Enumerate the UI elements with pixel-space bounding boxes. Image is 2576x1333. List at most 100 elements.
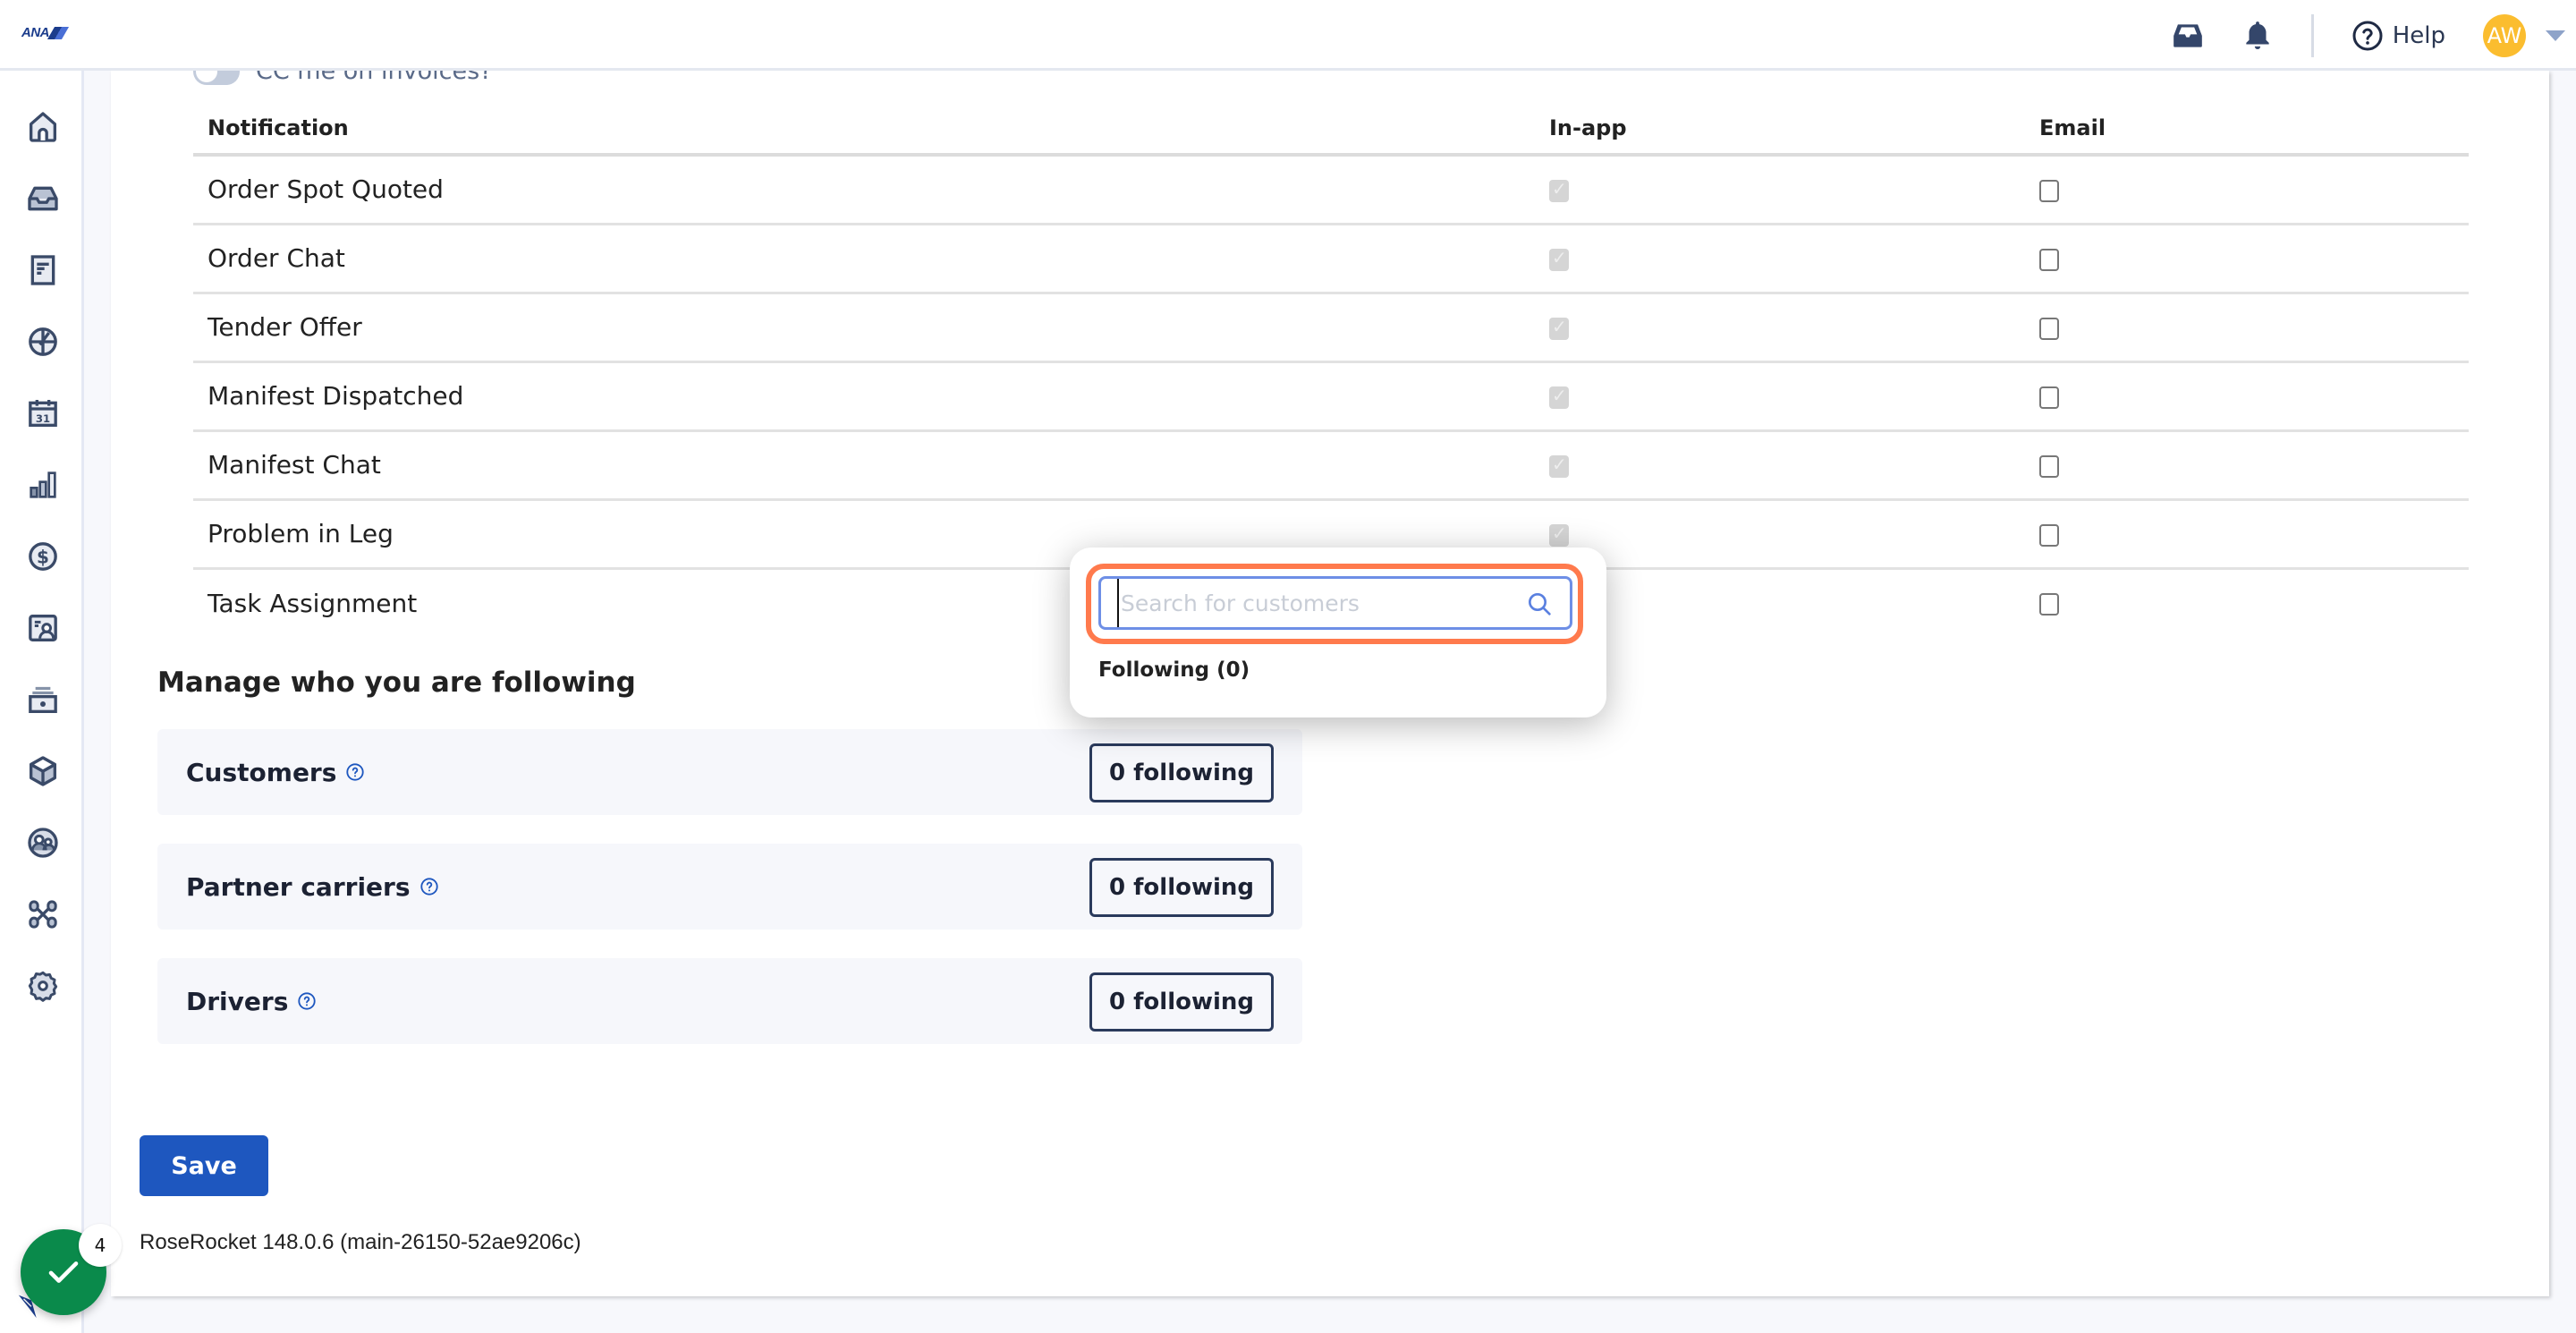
following-label: Customers	[186, 757, 337, 787]
cc-invoices-setting: CC me on invoices?	[193, 57, 492, 98]
email-checkbox[interactable]	[2039, 179, 2059, 202]
search-icon[interactable]	[1525, 590, 1554, 618]
email-cell	[2025, 155, 2469, 225]
following-label: Partner carriers	[186, 871, 411, 902]
question-circle-icon[interactable]	[419, 877, 439, 896]
customer-search-input[interactable]	[1117, 579, 1511, 627]
in-app-cell	[1535, 568, 2025, 637]
email-checkbox[interactable]	[2039, 454, 2059, 478]
inbox-button[interactable]	[2170, 18, 2206, 54]
top-bar: ANA Help AW	[0, 0, 2576, 71]
following-row-customers: Customers 0 following	[157, 729, 1302, 815]
contact-card-icon	[29, 615, 57, 641]
app-version: RoseRocket 148.0.6 (main-26150-52ae9206c…	[140, 1230, 581, 1254]
notification-name: Manifest Chat	[193, 430, 1535, 501]
sidebar-item-reports[interactable]	[21, 463, 64, 506]
network-icon	[29, 900, 57, 929]
table-row: Tender Offer	[193, 293, 2469, 363]
sidebar-item-inbox[interactable]	[21, 177, 64, 220]
drawer-icon	[29, 686, 57, 713]
following-count-label: Following (0)	[1098, 658, 1250, 682]
email-cell	[2025, 568, 2469, 637]
following-section-title: Manage who you are following	[157, 666, 636, 699]
notification-name: Order Spot Quoted	[193, 155, 1535, 225]
email-checkbox[interactable]	[2039, 593, 2059, 616]
checkmark-icon	[48, 1261, 79, 1283]
dollar-icon: $	[29, 542, 57, 571]
globe-icon	[29, 327, 57, 356]
email-checkbox[interactable]	[2039, 523, 2059, 547]
in-app-cell	[1535, 361, 2025, 432]
user-avatar[interactable]: AW	[2483, 13, 2526, 57]
in-app-checkbox	[1549, 316, 1569, 340]
inbox-icon	[2173, 23, 2202, 47]
notification-name: Tender Offer	[193, 293, 1535, 363]
checklist-count-badge: 4	[79, 1224, 122, 1267]
sidebar-item-integrations[interactable]	[21, 893, 64, 936]
customers-following-button[interactable]: 0 following	[1089, 743, 1274, 802]
notifications-button[interactable]	[2240, 18, 2275, 54]
email-cell	[2025, 224, 2469, 294]
home-icon	[30, 112, 56, 142]
calendar-icon: 31	[29, 400, 57, 427]
help-circle-icon	[2352, 21, 2383, 50]
inbox-icon	[28, 186, 58, 211]
logo-mark-icon	[47, 26, 70, 39]
sidebar-item-users[interactable]	[21, 821, 64, 864]
help-label: Help	[2392, 21, 2445, 49]
svg-text:31: 31	[36, 412, 50, 425]
save-button[interactable]: Save	[140, 1135, 268, 1196]
question-circle-icon[interactable]	[345, 762, 365, 782]
in-app-cell	[1535, 155, 2025, 225]
following-label: Drivers	[186, 986, 289, 1016]
email-checkbox[interactable]	[2039, 317, 2059, 340]
sidebar-item-calendar[interactable]: 31	[21, 392, 64, 435]
notification-name: Order Chat	[193, 224, 1535, 294]
email-checkbox[interactable]	[2039, 386, 2059, 409]
table-row: Manifest Dispatched	[193, 361, 2469, 432]
in-app-checkbox	[1549, 522, 1569, 547]
document-icon	[30, 255, 55, 285]
table-row: Order Spot Quoted	[193, 155, 2469, 225]
header-email: Email	[2025, 103, 2469, 157]
sidebar-item-dispatch[interactable]	[21, 320, 64, 363]
svg-text:$: $	[37, 547, 49, 568]
bar-chart-icon	[30, 471, 56, 498]
email-cell	[2025, 499, 2469, 570]
in-app-cell	[1535, 293, 2025, 363]
table-header-row: Notification In-app Email	[193, 103, 2469, 157]
email-checkbox[interactable]	[2039, 248, 2059, 271]
ana-logo[interactable]: ANA	[21, 25, 70, 40]
email-cell	[2025, 430, 2469, 501]
sidebar: 31 $	[0, 71, 84, 1333]
following-row-partner-carriers: Partner carriers 0 following	[157, 844, 1302, 930]
bell-icon	[2246, 21, 2269, 49]
sidebar-item-billing[interactable]: $	[21, 535, 64, 578]
in-app-checkbox	[1549, 454, 1569, 478]
table-row: Manifest Chat	[193, 430, 2469, 501]
customer-follow-popover: Following (0)	[1070, 548, 1606, 717]
chevron-down-icon[interactable]	[2546, 30, 2565, 41]
header-in-app: In-app	[1535, 103, 2025, 157]
box-icon	[30, 756, 56, 786]
partner-carriers-following-button[interactable]: 0 following	[1089, 858, 1274, 917]
topbar-divider	[2310, 13, 2314, 57]
email-cell	[2025, 361, 2469, 432]
gear-icon	[28, 971, 58, 1002]
question-circle-icon[interactable]	[297, 991, 317, 1011]
sidebar-item-contacts[interactable]	[21, 607, 64, 650]
in-app-checkbox	[1549, 178, 1569, 202]
in-app-cell	[1535, 430, 2025, 501]
sidebar-item-settings[interactable]	[21, 964, 64, 1007]
help-button[interactable]: Help	[2351, 20, 2445, 52]
in-app-checkbox	[1549, 247, 1569, 271]
customer-search-field[interactable]	[1098, 576, 1572, 630]
sidebar-item-products[interactable]	[21, 750, 64, 793]
in-app-cell	[1535, 499, 2025, 570]
sidebar-item-home[interactable]	[21, 106, 64, 149]
sidebar-item-orders[interactable]	[21, 249, 64, 292]
drivers-following-button[interactable]: 0 following	[1089, 972, 1274, 1032]
sidebar-item-warehouse[interactable]	[21, 678, 64, 721]
table-row: Order Chat	[193, 224, 2469, 294]
in-app-cell	[1535, 224, 2025, 294]
